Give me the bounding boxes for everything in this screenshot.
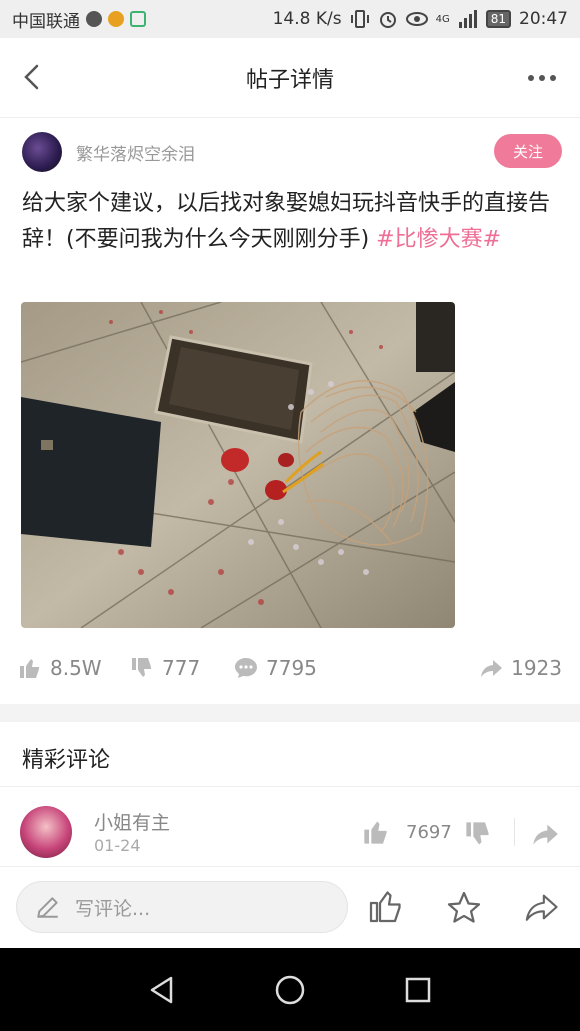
- thumb-down-icon[interactable]: [464, 820, 492, 848]
- comment-bubble-icon: [235, 658, 257, 678]
- share-arrow-icon[interactable]: [522, 890, 560, 924]
- thumb-up-icon: [20, 659, 39, 678]
- comment-like-count: 7697: [406, 822, 452, 843]
- divider: [0, 786, 580, 787]
- battery-icon: 81: [485, 10, 511, 28]
- status-bar: 中国联通 14.8 K/s 4G 81 20:47: [0, 0, 580, 38]
- alarm-icon: [379, 12, 396, 28]
- author-name[interactable]: 繁华落烬空余泪: [76, 140, 195, 165]
- divider: [0, 866, 580, 867]
- author-row: 繁华落烬空余泪 关注: [22, 130, 562, 174]
- comment-date: 01-24: [94, 836, 141, 855]
- author-avatar[interactable]: [22, 132, 62, 172]
- divider: [514, 818, 515, 846]
- post-stats: 8.5W 777 7795 1923: [18, 648, 562, 688]
- share-arrow-icon: [481, 660, 503, 677]
- thumb-up-icon[interactable]: [362, 818, 390, 846]
- commenter-avatar[interactable]: [20, 806, 72, 858]
- post-image[interactable]: [21, 302, 455, 628]
- comment-stat[interactable]: 7795: [234, 656, 354, 680]
- app-badge-icon: [130, 11, 146, 27]
- comment-item[interactable]: 小姐有主 01-24 7697: [20, 800, 560, 862]
- notification-icon: [86, 11, 102, 27]
- follow-button[interactable]: 关注: [494, 134, 562, 168]
- back-arrow-icon[interactable]: [18, 62, 48, 92]
- comment-count: 7795: [266, 656, 317, 680]
- carrier-label: 中国联通: [12, 11, 80, 32]
- comment-input[interactable]: 写评论...: [16, 881, 348, 933]
- eye-icon: [405, 12, 428, 26]
- vibrate-icon: [350, 10, 369, 28]
- system-back-icon[interactable]: [146, 974, 176, 1006]
- system-home-icon[interactable]: [274, 974, 306, 1006]
- star-icon[interactable]: [446, 890, 482, 926]
- thumb-down-icon: [132, 658, 151, 677]
- share-count: 1923: [511, 656, 562, 680]
- comments-title: 精彩评论: [22, 748, 111, 773]
- network-speed: 14.8 K/s: [272, 9, 342, 29]
- battery-level: 81: [490, 12, 506, 26]
- nav-bar: 帖子详情: [0, 38, 580, 118]
- signal-icon: [458, 10, 477, 28]
- divider: [0, 704, 580, 722]
- dislike-stat[interactable]: 777: [130, 656, 234, 680]
- system-recents-icon[interactable]: [404, 976, 432, 1004]
- dislike-count: 777: [162, 656, 201, 680]
- signal-type: 4G: [435, 13, 450, 25]
- thumb-up-icon[interactable]: [368, 888, 404, 924]
- more-icon[interactable]: [528, 68, 558, 88]
- bottom-action-bar: 写评论...: [0, 868, 580, 948]
- pencil-icon: [37, 897, 58, 918]
- post-tag[interactable]: #比惨大赛#: [376, 227, 501, 252]
- share-stat[interactable]: 1923: [479, 656, 562, 680]
- page-title: 帖子详情: [245, 67, 334, 93]
- app-notification-icon: [108, 11, 124, 27]
- share-arrow-icon[interactable]: [530, 820, 560, 848]
- system-nav-bar: [0, 948, 580, 1031]
- like-count: 8.5W: [50, 656, 102, 680]
- clock: 20:47: [519, 9, 568, 29]
- comment-placeholder: 写评论...: [75, 897, 151, 920]
- post-text: 给大家个建议，以后找对象娶媳妇玩抖音快手的直接告辞！(不要问我为什么今天刚刚分手…: [22, 186, 558, 258]
- commenter-name[interactable]: 小姐有主: [94, 808, 170, 835]
- like-stat[interactable]: 8.5W: [18, 656, 130, 680]
